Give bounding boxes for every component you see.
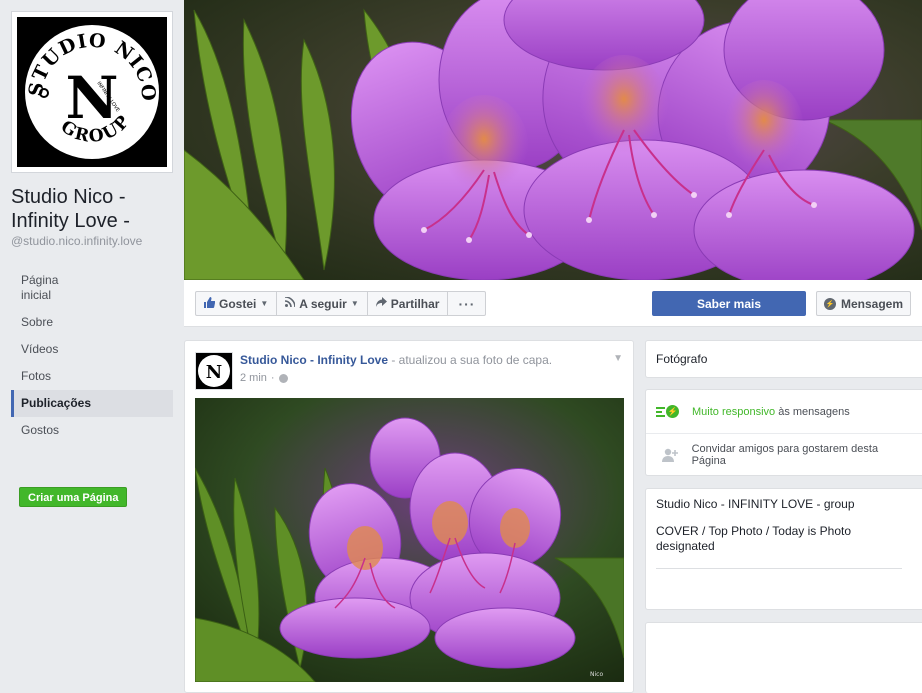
profile-picture[interactable]: STUDIO NICO GROUP N INFINITY LOVE bbox=[11, 11, 173, 173]
left-navigation: Página inicial Sobre Vídeos Fotos Public… bbox=[11, 266, 173, 444]
nav-item-home[interactable]: Página inicial bbox=[11, 266, 91, 309]
post-timestamp[interactable]: 2 min bbox=[240, 372, 267, 384]
post-meta: 2 min · bbox=[240, 372, 288, 384]
responsiveness-text: Muito responsivo às mensagens bbox=[692, 405, 850, 418]
nav-item-posts[interactable]: Publicações bbox=[11, 390, 173, 417]
page-actions-group: Gostei ▼ A seguir ▼ Partilhar ··· bbox=[195, 291, 487, 316]
nav-item-about[interactable]: Sobre bbox=[11, 309, 173, 336]
invite-friends-row[interactable]: Convidar amigos para gostarem desta Pági… bbox=[646, 433, 922, 476]
page-title[interactable]: Studio Nico - Infinity Love - bbox=[11, 185, 181, 233]
post-card: N Studio Nico - Infinity Love - atualizo… bbox=[184, 340, 634, 693]
about-line-1: Studio Nico - INFINITY LOVE - group bbox=[656, 497, 855, 511]
caret-down-icon: ▼ bbox=[260, 299, 269, 308]
page-info-card: ⚡ Muito responsivo às mensagens Convidar… bbox=[645, 389, 922, 476]
nav-item-photos[interactable]: Fotos bbox=[11, 363, 173, 390]
more-options-button[interactable]: ··· bbox=[448, 292, 485, 315]
messenger-icon: ⚡ bbox=[656, 405, 684, 418]
nav-item-likes[interactable]: Gostos bbox=[11, 417, 173, 444]
post-photo[interactable]: Nico bbox=[195, 398, 624, 682]
cover-flower-image bbox=[184, 0, 922, 280]
right-card-empty bbox=[645, 622, 922, 693]
cover-photo[interactable] bbox=[184, 0, 922, 280]
responsiveness-row: ⚡ Muito responsivo às mensagens bbox=[646, 390, 922, 433]
post-avatar[interactable]: N bbox=[195, 352, 233, 390]
studio-nico-logo-small: N bbox=[196, 353, 232, 389]
message-label: Mensagem bbox=[840, 296, 904, 311]
page-username[interactable]: @studio.nico.infinity.love bbox=[11, 234, 142, 248]
svg-text:N: N bbox=[206, 362, 222, 383]
post-flower-image: Nico bbox=[195, 398, 624, 682]
like-label: Gostei bbox=[219, 296, 257, 311]
page-action-bar: Gostei ▼ A seguir ▼ Partilhar ··· Saber … bbox=[184, 280, 922, 327]
globe-icon bbox=[278, 373, 288, 383]
caret-down-icon: ▼ bbox=[350, 299, 359, 308]
post-action-text: - atualizou a sua foto de capa. bbox=[388, 353, 553, 367]
send-message-button[interactable]: ⚡ Mensagem bbox=[816, 291, 911, 316]
nav-item-videos[interactable]: Vídeos bbox=[11, 336, 173, 363]
svg-text:Nico: Nico bbox=[590, 671, 603, 678]
like-icon bbox=[204, 296, 216, 311]
like-button[interactable]: Gostei ▼ bbox=[196, 292, 278, 315]
rss-icon bbox=[285, 296, 297, 310]
divider bbox=[656, 568, 902, 569]
create-page-button[interactable]: Criar uma Página bbox=[19, 487, 128, 507]
page-category[interactable]: Fotógrafo bbox=[656, 352, 707, 366]
share-label: Partilhar bbox=[390, 296, 440, 311]
learn-more-button[interactable]: Saber mais bbox=[652, 291, 806, 316]
about-card: Studio Nico - INFINITY LOVE - group COVE… bbox=[645, 488, 922, 610]
add-friend-icon bbox=[656, 448, 684, 462]
page-category-card: Fotógrafo bbox=[645, 340, 922, 378]
follow-button[interactable]: A seguir ▼ bbox=[277, 292, 368, 315]
messenger-icon: ⚡ bbox=[823, 297, 836, 310]
post-author-link[interactable]: Studio Nico - Infinity Love bbox=[240, 353, 388, 367]
invite-friends-text[interactable]: Convidar amigos para gostarem desta Pági… bbox=[692, 443, 912, 467]
about-line-2: COVER / Top Photo / Today is Photo desig… bbox=[656, 524, 851, 553]
studio-nico-logo: STUDIO NICO GROUP N INFINITY LOVE bbox=[17, 17, 167, 167]
follow-label: A seguir bbox=[299, 296, 347, 311]
chevron-down-icon[interactable]: ▼ bbox=[613, 353, 623, 364]
share-icon bbox=[375, 297, 387, 310]
share-button[interactable]: Partilhar bbox=[368, 292, 449, 315]
post-header: Studio Nico - Infinity Love - atualizou … bbox=[240, 353, 552, 367]
